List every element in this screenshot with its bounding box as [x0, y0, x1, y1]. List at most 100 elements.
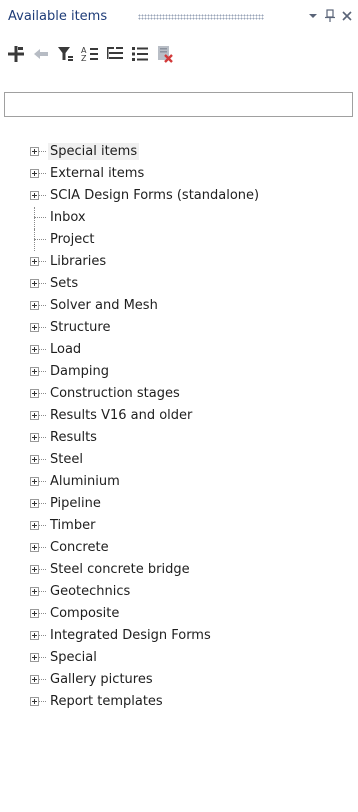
tree-item-label[interactable]: Special — [48, 649, 99, 666]
tree-item-label[interactable]: Libraries — [48, 253, 108, 270]
tree-item-label[interactable]: Results V16 and older — [48, 407, 194, 424]
tree-item[interactable]: Damping — [0, 361, 358, 383]
tree-item-label[interactable]: External items — [48, 165, 146, 182]
tree-item-label[interactable]: Steel concrete bridge — [48, 561, 192, 578]
tree-item[interactable]: Pipeline — [0, 493, 358, 515]
tree-view-icon[interactable] — [105, 44, 125, 64]
tree-item[interactable]: Construction stages — [0, 383, 358, 405]
tree-item[interactable]: Report templates — [0, 691, 358, 713]
tree-item[interactable]: Geotechnics — [0, 581, 358, 603]
expand-plus-icon[interactable] — [30, 455, 39, 464]
tree-item-label[interactable]: Structure — [48, 319, 112, 336]
pin-icon[interactable] — [322, 8, 338, 24]
toolbar: A Z — [6, 44, 286, 64]
tree-item[interactable]: Gallery pictures — [0, 669, 358, 691]
expand-plus-icon[interactable] — [30, 631, 39, 640]
close-icon[interactable] — [339, 8, 355, 24]
tree-item[interactable]: Timber — [0, 515, 358, 537]
tree-item[interactable]: Project — [0, 229, 358, 251]
expand-plus-icon[interactable] — [30, 367, 39, 376]
tree-connector — [39, 547, 46, 548]
expand-plus-icon[interactable] — [30, 499, 39, 508]
tree-item-label[interactable]: Results — [48, 429, 99, 446]
tree-connector — [39, 591, 46, 592]
expand-plus-icon[interactable] — [30, 301, 39, 310]
tree-item[interactable]: Composite — [0, 603, 358, 625]
tree-connector — [39, 437, 46, 438]
expand-plus-icon[interactable] — [30, 543, 39, 552]
expand-plus-icon[interactable] — [30, 411, 39, 420]
filter-icon[interactable] — [56, 44, 76, 64]
tree-item[interactable]: Special items — [0, 141, 358, 163]
expand-plus-icon[interactable] — [30, 147, 39, 156]
expand-plus-icon[interactable] — [30, 191, 39, 200]
tree-item-label[interactable]: Steel — [48, 451, 85, 468]
tree-connector — [39, 283, 46, 284]
tree-item[interactable]: SCIA Design Forms (standalone) — [0, 185, 358, 207]
tree-item[interactable]: Inbox — [0, 207, 358, 229]
tree-connector — [39, 701, 46, 702]
tree-item-label[interactable]: Construction stages — [48, 385, 182, 402]
tree-item[interactable]: Concrete — [0, 537, 358, 559]
expand-plus-icon[interactable] — [30, 257, 39, 266]
tree-item[interactable]: Steel — [0, 449, 358, 471]
expand-plus-icon[interactable] — [30, 587, 39, 596]
tree-item-label[interactable]: Pipeline — [48, 495, 103, 512]
tree-item[interactable]: Special — [0, 647, 358, 669]
tree-item-label[interactable]: Load — [48, 341, 83, 358]
expand-plus-icon[interactable] — [30, 697, 39, 706]
tree-item-label[interactable]: Special items — [48, 143, 140, 160]
back-arrow-icon[interactable] — [31, 44, 51, 64]
tree-connector — [39, 173, 46, 174]
tree-item[interactable]: Integrated Design Forms — [0, 625, 358, 647]
expand-plus-icon[interactable] — [30, 609, 39, 618]
tree-item[interactable]: Steel concrete bridge — [0, 559, 358, 581]
expand-plus-icon[interactable] — [30, 675, 39, 684]
tree-item[interactable]: Solver and Mesh — [0, 295, 358, 317]
tree-item-label[interactable]: Sets — [48, 275, 80, 292]
tree-item[interactable]: Load — [0, 339, 358, 361]
tree-connector — [39, 415, 46, 416]
list-view-icon[interactable] — [130, 44, 150, 64]
tree-connector — [39, 349, 46, 350]
search-input[interactable] — [4, 92, 353, 117]
expand-plus-icon[interactable] — [30, 477, 39, 486]
delete-icon[interactable] — [155, 44, 175, 64]
drag-grip[interactable] — [138, 14, 264, 20]
tree-item[interactable]: Results — [0, 427, 358, 449]
expand-plus-icon[interactable] — [30, 323, 39, 332]
tree-connector — [39, 393, 46, 394]
tree-item-label[interactable]: Aluminium — [48, 473, 122, 490]
expand-plus-icon[interactable] — [30, 565, 39, 574]
tree-item-label[interactable]: Timber — [48, 517, 97, 534]
tree-item-label[interactable]: Solver and Mesh — [48, 297, 160, 314]
tree-item-label[interactable]: Project — [48, 231, 96, 248]
expand-plus-icon[interactable] — [30, 389, 39, 398]
tree-item-label[interactable]: Concrete — [48, 539, 111, 556]
expand-plus-icon[interactable] — [30, 279, 39, 288]
tree-connector — [39, 657, 46, 658]
tree-item[interactable]: Results V16 and older — [0, 405, 358, 427]
tree-item[interactable]: Libraries — [0, 251, 358, 273]
tree-item-label[interactable]: Report templates — [48, 693, 165, 710]
tree-item[interactable]: Sets — [0, 273, 358, 295]
expand-plus-icon[interactable] — [30, 521, 39, 530]
tree-item[interactable]: Structure — [0, 317, 358, 339]
tree-item-label[interactable]: SCIA Design Forms (standalone) — [48, 187, 261, 204]
tree-connector — [39, 195, 46, 196]
tree-item[interactable]: External items — [0, 163, 358, 185]
tree-item-label[interactable]: Composite — [48, 605, 121, 622]
expand-plus-icon[interactable] — [30, 433, 39, 442]
tree-item-label[interactable]: Inbox — [48, 209, 88, 226]
expand-plus-icon[interactable] — [30, 345, 39, 354]
tree-item-label[interactable]: Geotechnics — [48, 583, 132, 600]
tree-item-label[interactable]: Damping — [48, 363, 111, 380]
tree-item[interactable]: Aluminium — [0, 471, 358, 493]
sort-alphabetical-icon[interactable]: A Z — [80, 44, 100, 64]
expand-plus-icon[interactable] — [30, 653, 39, 662]
tree-item-label[interactable]: Gallery pictures — [48, 671, 155, 688]
chevron-down-icon[interactable] — [305, 8, 321, 24]
add-icon[interactable] — [6, 44, 26, 64]
tree-item-label[interactable]: Integrated Design Forms — [48, 627, 213, 644]
expand-plus-icon[interactable] — [30, 169, 39, 178]
